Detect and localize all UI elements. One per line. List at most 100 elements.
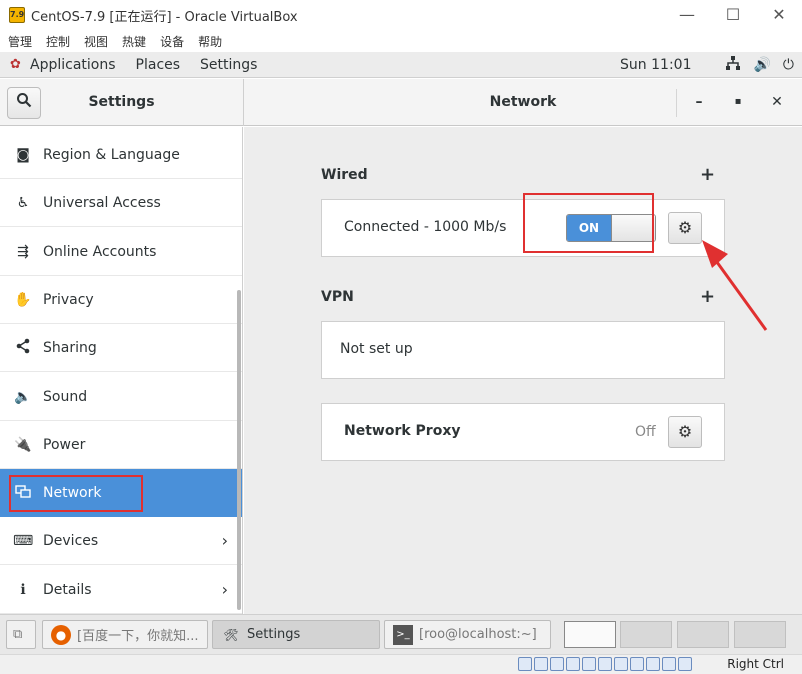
sidebar-item-online-accounts[interactable]: ⇶ Online Accounts: [0, 228, 242, 276]
add-wired-button[interactable]: +: [700, 164, 715, 185]
mouse-integration-icon[interactable]: [662, 657, 676, 671]
audio-icon[interactable]: [550, 657, 564, 671]
vpn-status: Not set up: [340, 341, 413, 357]
search-button[interactable]: [7, 87, 41, 119]
sidebar-item-details[interactable]: ℹ Details ›: [0, 566, 242, 614]
gear-icon: ⚙: [677, 422, 693, 441]
network-proxy-state: Off: [635, 424, 656, 440]
proxy-settings-button[interactable]: ⚙: [668, 416, 702, 448]
close-button[interactable]: ✕: [766, 91, 788, 113]
sidebar-item-label: Power: [43, 436, 86, 453]
sidebar-item-label: Sound: [43, 388, 88, 405]
speaker-icon: 🔈: [14, 388, 32, 405]
vpn-row: Not set up: [321, 321, 725, 379]
taskbar-item-terminal[interactable]: >_ [roo@localhost:~]: [384, 620, 551, 649]
settings-app-menu[interactable]: Settings: [200, 57, 257, 73]
taskbar-item-label: Settings: [247, 627, 301, 642]
sidebar-item-privacy[interactable]: ✋ Privacy: [0, 276, 242, 324]
sidebar-item-universal-access[interactable]: ♿ Universal Access: [0, 179, 242, 227]
settings-tools-icon: 🛠: [223, 627, 239, 642]
clock[interactable]: Sun 11:01: [620, 57, 691, 73]
vbox-menubar: 管理 控制 视图 热键 设备 帮助: [0, 30, 802, 52]
vbox-statusbar: Right Ctrl: [0, 654, 802, 674]
minimize-button[interactable]: –: [688, 91, 710, 113]
region-icon: ◙: [16, 146, 30, 163]
usb-icon[interactable]: [582, 657, 596, 671]
volume-icon[interactable]: 🔊: [753, 57, 770, 73]
panel-title: Network: [489, 94, 557, 110]
sidebar-item-label: Devices: [43, 532, 99, 549]
sidebar-item-devices[interactable]: ⌨ Devices ›: [0, 517, 242, 565]
taskbar-item-settings[interactable]: 🛠 Settings: [212, 620, 380, 649]
sidebar-item-label: Privacy: [43, 291, 94, 308]
firefox-icon: ●: [51, 624, 71, 645]
network-proxy-row[interactable]: Network Proxy Off ⚙: [321, 403, 725, 461]
window-close-button[interactable]: ✕: [756, 0, 802, 30]
applications-menu[interactable]: Applications: [30, 57, 116, 73]
sidebar-item-label: Details: [43, 581, 92, 598]
chevron-right-icon: ›: [221, 531, 228, 550]
window-minimize-button[interactable]: —: [664, 0, 710, 30]
settings-headerbar: Settings Network – ▪ ✕: [0, 79, 802, 126]
vpn-section-title: VPN: [321, 289, 354, 305]
host-key-label: Right Ctrl: [727, 657, 784, 671]
vbox-titlebar: 7.9 CentOS-7.9 [正在运行] - Oracle VirtualBo…: [0, 0, 802, 30]
annotation-box-network: [9, 475, 143, 512]
network-adapter-icon[interactable]: [566, 657, 580, 671]
gnome-foot-icon: ✿: [10, 56, 21, 72]
header-button-divider: [676, 89, 677, 117]
workspace-2[interactable]: [620, 621, 672, 648]
taskbar-item-label: [百度一下，你就知...: [77, 629, 199, 644]
network-proxy-label: Network Proxy: [344, 423, 461, 439]
annotation-box-toggle: [523, 193, 654, 253]
sidebar-item-power[interactable]: 🔌 Power: [0, 421, 242, 469]
taskbar-item-firefox[interactable]: ● [百度一下，你就知...: [42, 620, 208, 649]
window-title: CentOS-7.9 [正在运行] - Oracle VirtualBox: [31, 9, 298, 25]
menu-hotkeys[interactable]: 热键: [122, 33, 146, 50]
menu-help[interactable]: 帮助: [198, 33, 222, 50]
sidebar-item-region-language[interactable]: ◙ Region & Language: [0, 131, 242, 179]
wired-status: Connected - 1000 Mb/s: [344, 219, 507, 235]
workspace-3[interactable]: [677, 621, 729, 648]
online-accounts-icon: ⇶: [17, 243, 29, 260]
hard-disk-icon[interactable]: [518, 657, 532, 671]
power-plug-icon: 🔌: [14, 436, 32, 453]
workspace-4[interactable]: [734, 621, 786, 648]
sidebar-item-label: Sharing: [43, 339, 97, 356]
places-menu[interactable]: Places: [136, 57, 181, 73]
shared-folders-icon[interactable]: [598, 657, 612, 671]
terminal-icon: >_: [393, 624, 413, 645]
display-icon[interactable]: [614, 657, 628, 671]
share-icon: [13, 338, 33, 358]
privacy-hand-icon: ✋: [14, 291, 32, 308]
window-maximize-button[interactable]: ☐: [710, 0, 756, 30]
sidebar-item-label: Universal Access: [43, 194, 161, 211]
sidebar-item-label: Region & Language: [43, 146, 180, 163]
search-icon: [17, 93, 32, 108]
chevron-right-icon: ›: [221, 580, 228, 599]
optical-drive-icon[interactable]: [534, 657, 548, 671]
power-menu-icon[interactable]: ⏻: [783, 57, 794, 73]
wired-section-title: Wired: [321, 167, 368, 183]
show-desktop-icon: ⧉: [13, 627, 23, 642]
sidebar-item-label: Online Accounts: [43, 243, 157, 260]
show-desktop-button[interactable]: ⧉: [6, 620, 36, 649]
gnome-top-bar: ✿ Applications Places Settings Sun 11:01…: [0, 52, 802, 78]
menu-view[interactable]: 视图: [84, 33, 108, 50]
maximize-button[interactable]: ▪: [727, 91, 749, 113]
annotation-arrow: [702, 240, 768, 331]
workspace-1[interactable]: [564, 621, 616, 648]
menu-devices[interactable]: 设备: [160, 33, 184, 50]
cpu-icon[interactable]: [646, 657, 660, 671]
menu-manage[interactable]: 管理: [8, 33, 32, 50]
video-capture-icon[interactable]: [630, 657, 644, 671]
menu-control[interactable]: 控制: [46, 33, 70, 50]
accessibility-icon: ♿: [16, 194, 30, 211]
sidebar-item-sharing[interactable]: Sharing: [0, 324, 242, 372]
sidebar-scrollbar[interactable]: [237, 290, 241, 610]
keyboard-icon[interactable]: [678, 657, 692, 671]
network-status-icon[interactable]: [725, 55, 741, 75]
sidebar-item-sound[interactable]: 🔈 Sound: [0, 373, 242, 421]
taskbar-item-label: [roo@localhost:~]: [419, 627, 537, 642]
vbox-status-icons: [518, 657, 694, 671]
